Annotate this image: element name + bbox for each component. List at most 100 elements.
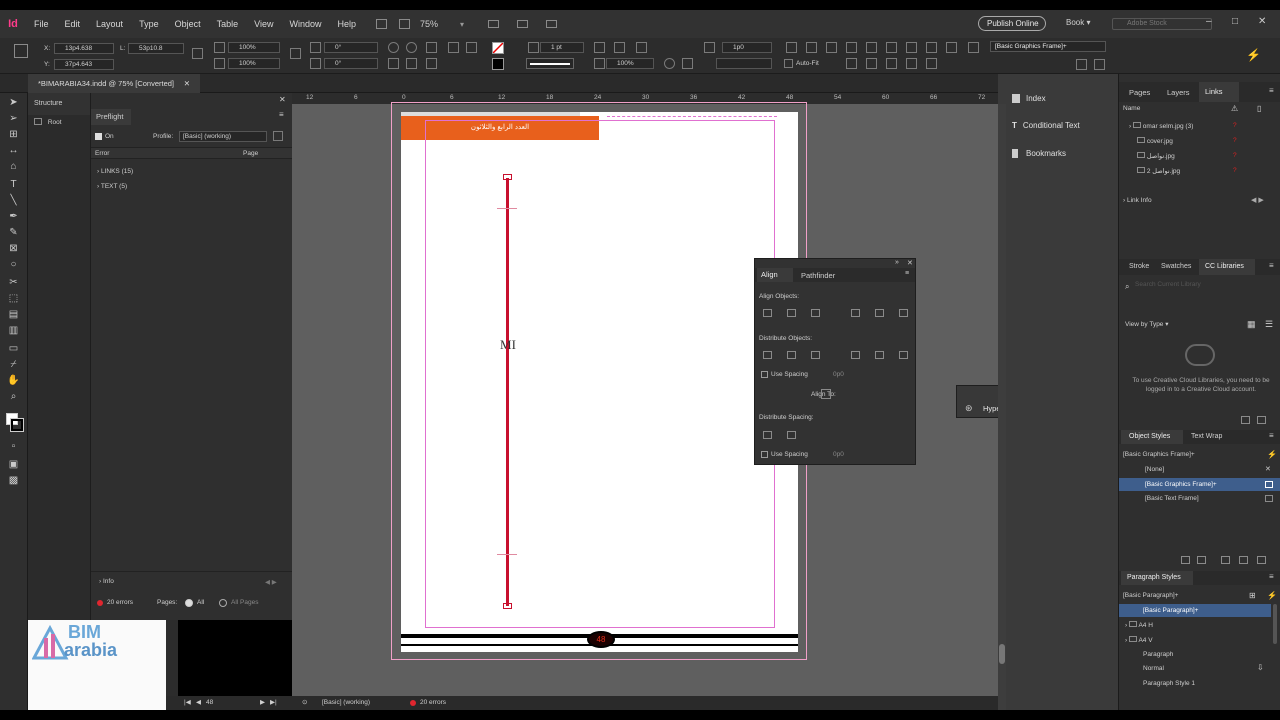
pencil-tool-icon[interactable]: ✎ (7, 227, 20, 238)
menu-edit[interactable]: Edit (57, 19, 89, 29)
distribute-top-edges-icon[interactable] (763, 351, 772, 359)
close-window-icon[interactable]: ✕ (1258, 16, 1266, 27)
paragraph-style-bolt-icon[interactable]: ⚡ (1267, 591, 1277, 600)
menu-object[interactable]: Object (167, 19, 209, 29)
last-page-icon[interactable]: ▶| (270, 696, 277, 710)
cc-libraries-tab[interactable]: CC Libraries (1199, 259, 1255, 275)
rotate-ccw-icon[interactable] (406, 42, 417, 53)
align-hcenter-icon[interactable] (806, 42, 817, 53)
type-tool-icon[interactable]: T (7, 179, 20, 190)
distribute-left-edges-icon[interactable] (851, 351, 860, 359)
status-error-count[interactable]: 20 errors (420, 696, 446, 710)
distribute-horizontal-space-icon[interactable] (787, 431, 796, 439)
error-row-links[interactable]: › LINKS (15) (97, 168, 133, 175)
flip-horizontal-icon[interactable] (388, 58, 399, 69)
ellipse-tool-icon[interactable]: ○ (7, 259, 20, 270)
line-tool-icon[interactable]: ╲ (7, 195, 20, 206)
zoom-dropdown-icon[interactable]: ▾ (460, 20, 464, 29)
free-transform-tool-icon[interactable]: ⬚ (7, 293, 20, 304)
preview-mode-icon[interactable]: ▩ (7, 475, 20, 486)
dock-conditional-text[interactable]: T Conditional Text (1012, 121, 1080, 130)
preflight-profile-status[interactable]: [Basic] (working) (322, 696, 370, 710)
paragraph-styles-menu-icon[interactable]: ≡ (1269, 572, 1274, 581)
distribute-vertical-space-icon[interactable] (763, 431, 772, 439)
align-horizontal-center-icon[interactable] (787, 309, 796, 317)
info-toggle[interactable]: › Info (99, 578, 114, 585)
zoom-tool-icon[interactable]: ⌕ (7, 391, 20, 402)
distribute-bottom-icon[interactable] (946, 42, 957, 53)
align-left-icon[interactable] (763, 309, 772, 317)
vertical-text-frame[interactable]: MI (497, 338, 519, 428)
constrain-scale-icon[interactable] (290, 48, 301, 59)
opacity-field[interactable]: 100% (606, 58, 654, 69)
page-number-field[interactable]: 48 (206, 696, 213, 710)
distribute-top-icon[interactable] (906, 42, 917, 53)
align-panel-collapse-icon[interactable]: » (895, 259, 899, 266)
zoom-level[interactable]: 75% (420, 19, 438, 29)
drop-shadow-icon[interactable] (664, 58, 675, 69)
pages-range-radio[interactable] (219, 599, 227, 607)
link-item[interactable]: cover.jpg? (1137, 137, 1275, 145)
links-tab[interactable]: Links (1199, 82, 1239, 102)
text-wrap-tab[interactable]: Text Wrap (1191, 433, 1222, 440)
stroke-tab[interactable]: Stroke (1129, 263, 1149, 270)
paragraph-styles-tab[interactable]: Paragraph Styles (1121, 571, 1193, 585)
structure-panel-header[interactable]: Structure (28, 93, 90, 115)
spacing-value[interactable]: 0p0 (833, 371, 844, 378)
document-page[interactable]: العدد الرابع والثلاثون MI 48 (391, 102, 807, 660)
stock-icon[interactable] (399, 19, 410, 29)
list-view-icon[interactable]: ☰ (1265, 319, 1273, 330)
effects-icon[interactable] (682, 58, 693, 69)
stroke-swatch-black[interactable] (492, 58, 504, 70)
paragraph-style-item[interactable]: Paragraph Style 1 (1143, 680, 1195, 687)
cc-library-icon[interactable] (1241, 416, 1250, 424)
align-right-edges-icon[interactable] (826, 42, 837, 53)
gradient-feather-tool-icon[interactable]: ▥ (7, 325, 20, 336)
view-options-icon[interactable] (488, 20, 500, 28)
align-bottom-edges-icon[interactable] (899, 309, 908, 317)
scissors-tool-icon[interactable]: ✂ (7, 277, 20, 288)
fill-swatch-none[interactable] (492, 42, 504, 54)
object-styles-menu-icon[interactable]: ≡ (1269, 431, 1274, 440)
object-styles-clear-icon[interactable] (1197, 556, 1206, 564)
align-top-edges-icon[interactable] (851, 309, 860, 317)
layers-tab[interactable]: Layers (1167, 88, 1190, 97)
canvas-vertical-scrollbar[interactable] (998, 104, 1006, 710)
constrain-proportions-icon[interactable] (192, 48, 203, 59)
open-page-icon[interactable]: ⊙ (302, 696, 307, 710)
distribute-right-edges-icon[interactable] (899, 351, 908, 359)
bridge-icon[interactable] (376, 19, 387, 29)
fitting-icon[interactable] (594, 42, 605, 53)
page-number-badge[interactable]: 48 (587, 631, 615, 648)
next-page-icon[interactable]: ▶ (260, 696, 265, 710)
paragraph-style-add-icon[interactable]: ⊞ (1249, 591, 1256, 600)
links-menu-icon[interactable]: ≡ (1269, 86, 1274, 95)
length-field[interactable]: 53p10.8 (128, 43, 184, 54)
quick-apply-icon[interactable] (1076, 59, 1087, 70)
line-handle-top[interactable] (503, 174, 512, 180)
paragraph-style-item[interactable]: Paragraph (1143, 651, 1173, 658)
fit-content-icon[interactable] (614, 42, 625, 53)
corner-field[interactable] (716, 58, 772, 69)
first-page-icon[interactable]: |◀ (184, 696, 191, 710)
rotate-cw-icon[interactable] (388, 42, 399, 53)
menu-help[interactable]: Help (329, 19, 364, 29)
page-tool-icon[interactable]: ⊞ (7, 129, 20, 140)
text-wrap-icon[interactable] (704, 42, 715, 53)
x-field[interactable]: 13p4.638 (54, 43, 114, 54)
screen-mode-icon[interactable] (517, 20, 529, 28)
gradient-tool-icon[interactable]: ▤ (7, 309, 20, 320)
link-info-toggle[interactable]: › Link Info (1123, 197, 1152, 204)
align-to-dropdown-icon[interactable] (821, 389, 831, 399)
object-style-bolt-icon[interactable]: ⚡ (1267, 450, 1277, 459)
distribute-left-icon[interactable] (846, 58, 857, 69)
preflight-close-icon[interactable]: ✕ (279, 95, 286, 104)
stroke-color-icon[interactable] (10, 418, 24, 432)
link-item[interactable]: › omar selm.jpg (3)? (1129, 122, 1275, 130)
content-collector-icon[interactable]: ⌂ (7, 161, 20, 172)
object-styles-new-icon[interactable] (1239, 556, 1248, 564)
publish-online-button[interactable]: Publish Online (978, 16, 1046, 31)
pathfinder-tab[interactable]: Pathfinder (801, 271, 835, 280)
scrollbar-thumb[interactable] (999, 644, 1005, 664)
pen-tool-icon[interactable]: ✒ (7, 211, 20, 222)
